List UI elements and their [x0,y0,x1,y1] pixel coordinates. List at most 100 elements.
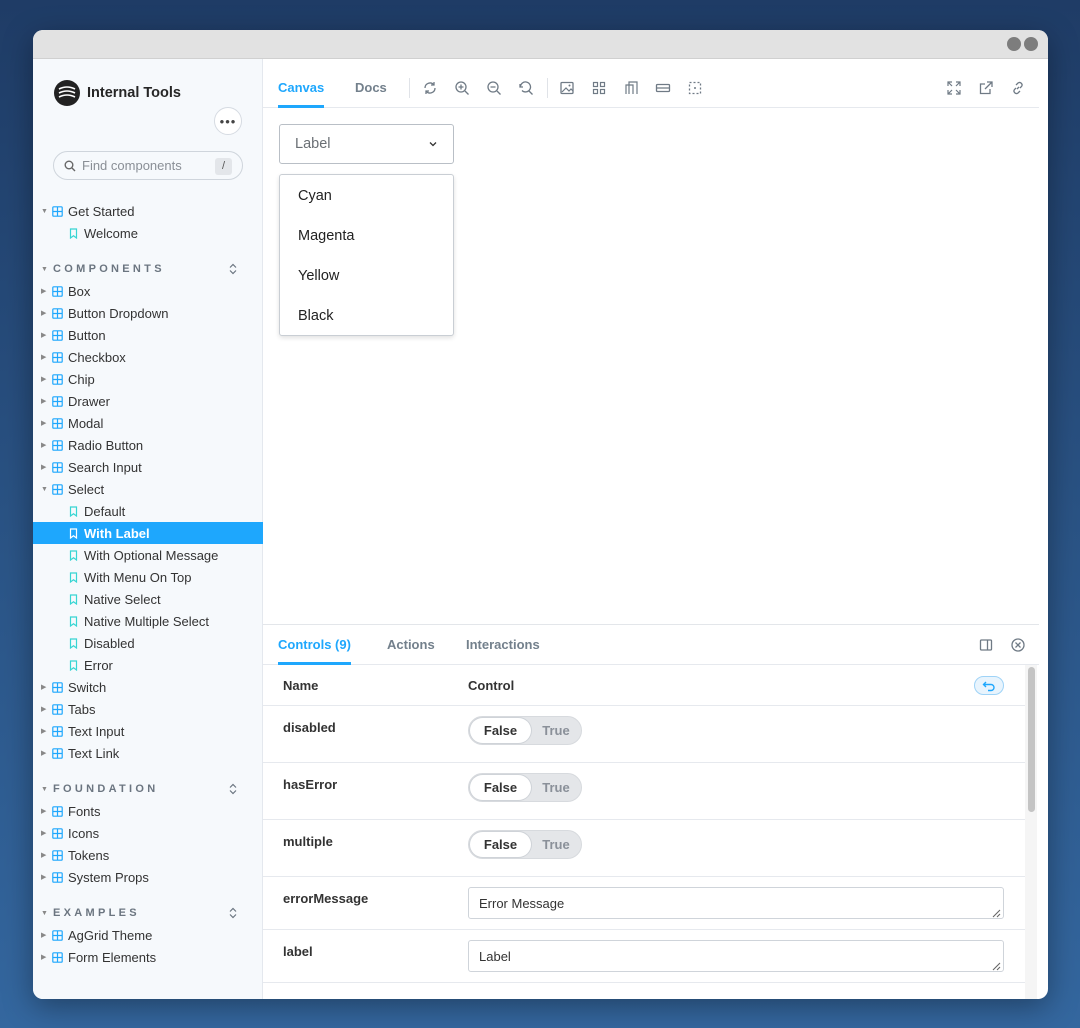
section-header-examples[interactable]: ▼ EXAMPLES [33,902,263,924]
sidebar-item-icons[interactable]: ▶ Icons [33,822,263,844]
window-control-button[interactable] [1007,37,1021,51]
expand-collapse-icon[interactable] [228,783,238,795]
more-options-button[interactable]: ••• [214,107,242,135]
story-item-welcome[interactable]: Welcome [33,222,263,244]
resize-handle-icon[interactable] [991,908,1001,918]
resize-handle-icon[interactable] [991,961,1001,971]
zoom-in-icon[interactable] [454,80,470,96]
panel-orientation-icon[interactable] [978,637,994,653]
sidebar-item-modal[interactable]: ▶ Modal [33,412,263,434]
story-item-label: With Label [84,525,150,541]
menu-option-magenta[interactable]: Magenta [280,216,453,256]
sidebar-item-switch[interactable]: ▶ Switch [33,676,263,698]
reload-icon[interactable] [422,80,438,96]
sidebar-item-select[interactable]: ▼ Select [33,478,263,500]
story-item-with-optional-message[interactable]: With Optional Message [33,544,263,566]
controls-scrollbar[interactable] [1025,665,1037,999]
sidebar-item-aggrid-theme[interactable]: ▶ AgGrid Theme [33,924,263,946]
tab-docs[interactable]: Docs [355,68,387,108]
viewport-icon[interactable] [623,80,639,96]
boolean-toggle[interactable]: False True [468,830,582,859]
window-control-button[interactable] [1024,37,1038,51]
select-field[interactable]: Label [279,124,454,164]
sidebar-item-fonts[interactable]: ▶ Fonts [33,800,263,822]
sidebar-item-system-props[interactable]: ▶ System Props [33,866,263,888]
zoom-out-icon[interactable] [486,80,502,96]
story-item-label: Welcome [84,225,138,241]
sidebar-item-button[interactable]: ▶ Button [33,324,263,346]
copy-link-icon[interactable] [1010,80,1026,96]
caret-down-icon: ▼ [41,785,52,793]
bookmark-icon [69,593,78,605]
sidebar-item-text-link[interactable]: ▶ Text Link [33,742,263,764]
toggle-true-option[interactable]: True [531,718,581,743]
sidebar-item-button-dropdown[interactable]: ▶ Button Dropdown [33,302,263,324]
caret-right-icon: ▶ [41,420,47,427]
main-panel: Canvas Docs Label Cyan Magenta Yellow Bl… [263,68,1039,999]
tab-interactions[interactable]: Interactions [466,625,540,665]
boolean-toggle[interactable]: False True [468,773,582,802]
story-item-default[interactable]: Default [33,500,263,522]
expand-collapse-icon[interactable] [228,907,238,919]
sidebar-item-chip[interactable]: ▶ Chip [33,368,263,390]
toggle-true-option[interactable]: True [531,832,581,857]
addons-panel: Controls (9) Actions Interactions Name C… [263,624,1039,999]
story-item-with-menu-on-top[interactable]: With Menu On Top [33,566,263,588]
tab-controls[interactable]: Controls (9) [278,625,351,665]
menu-option-cyan[interactable]: Cyan [280,176,453,216]
story-item-error[interactable]: Error [33,654,263,676]
tab-actions[interactable]: Actions [387,625,435,665]
caret-right-icon: ▶ [41,874,47,881]
story-item-label: Disabled [84,635,135,651]
tab-canvas[interactable]: Canvas [278,68,325,108]
sidebar-item-radio-button[interactable]: ▶ Radio Button [33,434,263,456]
section-title: EXAMPLES [53,907,140,919]
sidebar-item-search-input[interactable]: ▶ Search Input [33,456,263,478]
search-input[interactable] [82,158,202,173]
sidebar-item-box[interactable]: ▶ Box [33,280,263,302]
boolean-toggle[interactable]: False True [468,716,582,745]
reset-controls-button[interactable] [974,676,1004,695]
error-message-field[interactable]: Error Message [468,887,1004,919]
sidebar-item-form-elements[interactable]: ▶ Form Elements [33,946,263,968]
sidebar-item-label: Button Dropdown [68,305,169,321]
fullscreen-icon[interactable] [946,80,962,96]
measure-icon[interactable] [655,80,671,96]
expand-collapse-icon[interactable] [228,263,238,275]
sidebar-item-checkbox[interactable]: ▶ Checkbox [33,346,263,368]
story-item-with-label[interactable]: With Label [33,522,263,544]
search-box[interactable]: / [53,151,243,180]
toggle-false-option[interactable]: False [470,775,531,800]
background-image-icon[interactable] [559,80,575,96]
menu-option-yellow[interactable]: Yellow [280,256,453,296]
story-item-disabled[interactable]: Disabled [33,632,263,654]
zoom-reset-icon[interactable] [518,80,534,96]
scrollbar-thumb[interactable] [1028,667,1035,812]
section-header-components[interactable]: ▼ COMPONENTS [33,258,263,280]
open-new-tab-icon[interactable] [978,80,994,96]
chevron-down-icon [429,142,437,147]
toggle-false-option[interactable]: False [470,718,531,743]
story-item-native-multiple-select[interactable]: Native Multiple Select [33,610,263,632]
story-item-label: With Menu On Top [84,569,192,585]
sidebar-item-tokens[interactable]: ▶ Tokens [33,844,263,866]
brand[interactable]: Internal Tools [54,79,181,107]
sidebar-item-tabs[interactable]: ▶ Tabs [33,698,263,720]
toggle-false-option[interactable]: False [470,832,531,857]
story-item-native-select[interactable]: Native Select [33,588,263,610]
close-panel-icon[interactable] [1010,637,1026,653]
label-field[interactable]: Label [468,940,1004,972]
section-header-foundation[interactable]: ▼ FOUNDATION [33,778,263,800]
outline-icon[interactable] [687,80,703,96]
story-item-label: Native Multiple Select [84,613,209,629]
sidebar-item-label: Form Elements [68,949,157,965]
caret-right-icon: ▶ [41,728,47,735]
toggle-true-option[interactable]: True [531,775,581,800]
caret-down-icon: ▼ [41,485,48,493]
grid-icon[interactable] [591,80,607,96]
sidebar-item-drawer[interactable]: ▶ Drawer [33,390,263,412]
sidebar-item-label: Box [68,283,91,299]
menu-option-black[interactable]: Black [280,296,453,336]
sidebar-item-text-input[interactable]: ▶ Text Input [33,720,263,742]
sidebar-item-get-started[interactable]: ▼ Get Started [33,200,263,222]
